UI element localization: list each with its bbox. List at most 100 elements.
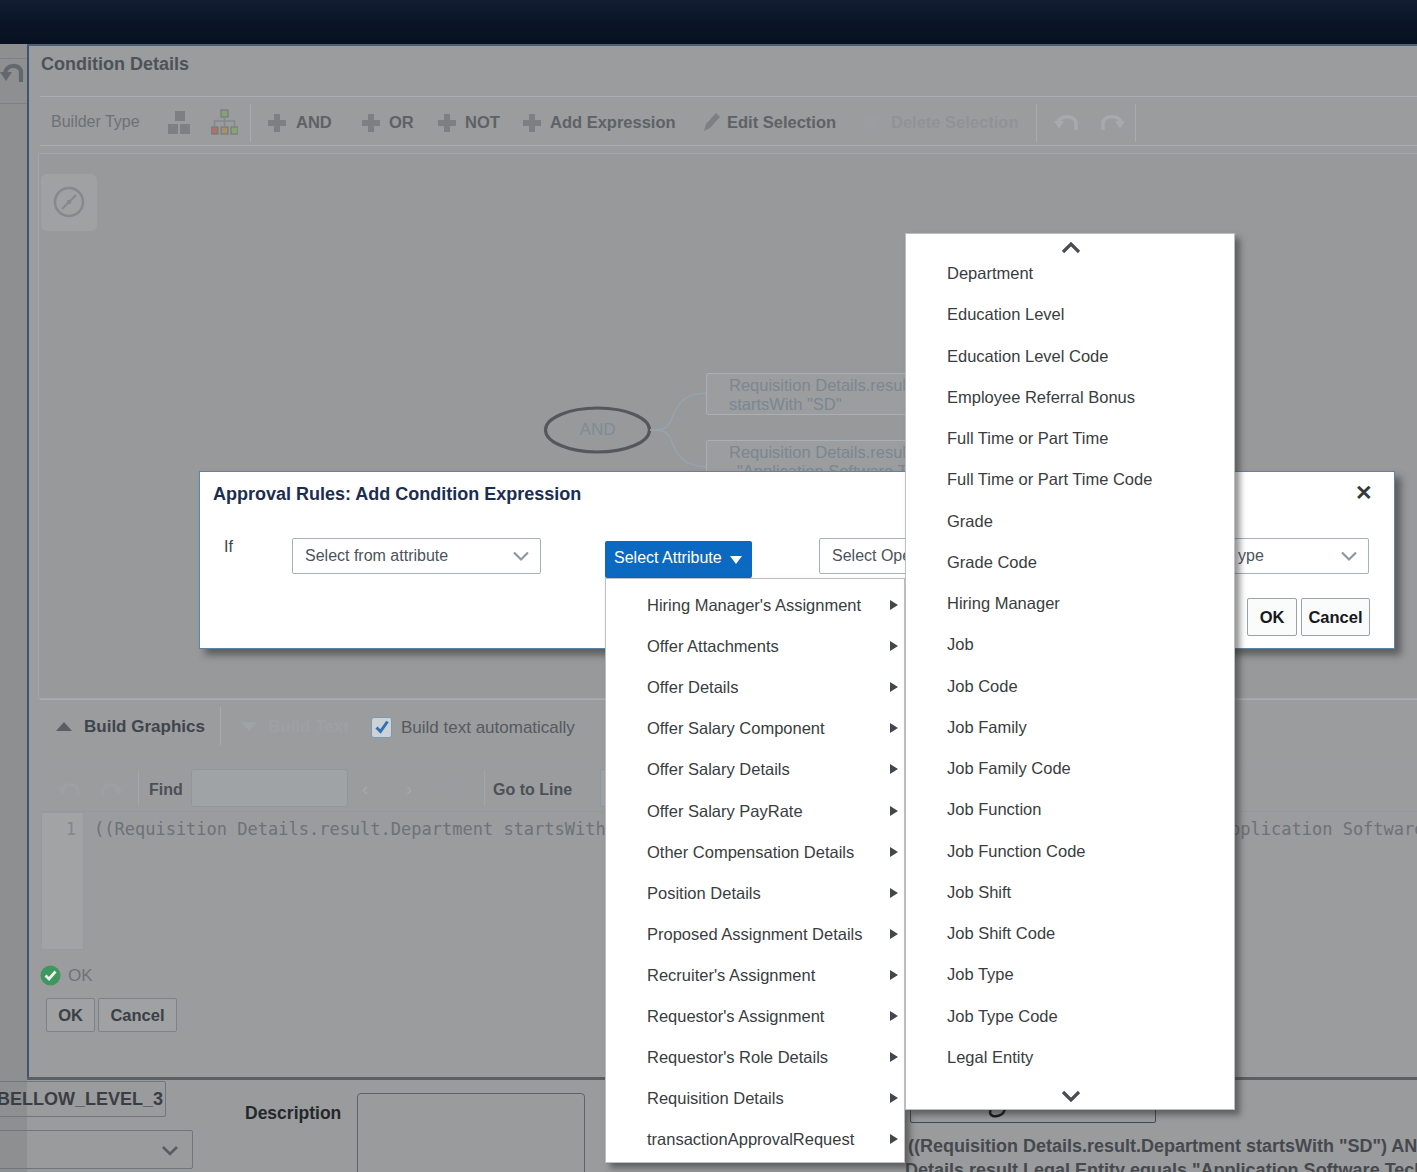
builder-type-list-icon[interactable] bbox=[168, 111, 194, 135]
menu-item[interactable]: Proposed Assignment Details bbox=[606, 914, 904, 955]
build-bar-separator bbox=[220, 707, 221, 745]
checkmark-icon bbox=[373, 718, 391, 736]
submenu-item[interactable]: Department bbox=[906, 253, 1234, 294]
modal-ok-button[interactable]: OK bbox=[1247, 598, 1297, 636]
submenu-arrow-icon bbox=[890, 847, 898, 857]
panel-title: Condition Details bbox=[41, 54, 189, 75]
submenu-arrow-icon bbox=[890, 929, 898, 939]
menu-item[interactable]: Offer Salary Component bbox=[606, 708, 904, 749]
build-text-button[interactable]: Build Text bbox=[268, 717, 349, 737]
submenu-arrow-icon bbox=[890, 1134, 898, 1144]
toolbar-separator-2 bbox=[1036, 104, 1037, 142]
level-select[interactable] bbox=[0, 1130, 193, 1169]
submenu-arrow-icon bbox=[890, 641, 898, 651]
line-number: 1 bbox=[42, 813, 83, 839]
submenu-item[interactable]: Legal Entity bbox=[906, 1037, 1234, 1078]
submenu-item[interactable]: Hiring Manager bbox=[906, 583, 1234, 624]
submenu-item[interactable]: Employee Referral Bonus bbox=[906, 377, 1234, 418]
expression-summary-line1: ((Requisition Details.result.Department … bbox=[908, 1136, 1417, 1157]
submenu-item[interactable]: Job Type Code bbox=[906, 996, 1234, 1037]
submenu-arrow-icon bbox=[890, 682, 898, 692]
find-label: Find bbox=[149, 781, 183, 799]
scroll-down-icon[interactable] bbox=[1061, 1090, 1081, 1102]
submenu-arrow-icon bbox=[890, 888, 898, 898]
search-icon[interactable] bbox=[444, 780, 466, 802]
submenu-item[interactable]: Grade Code bbox=[906, 542, 1234, 583]
submenu-item[interactable]: Job Function bbox=[906, 789, 1234, 830]
menu-item[interactable]: Offer Attachments bbox=[606, 626, 904, 667]
add-not-button[interactable]: NOT bbox=[465, 113, 500, 132]
menu-item[interactable]: Position Details bbox=[606, 873, 904, 914]
menu-item[interactable]: Offer Salary Details bbox=[606, 749, 904, 790]
add-and-button[interactable]: AND bbox=[296, 113, 332, 132]
toolbar-redo-icon[interactable] bbox=[1099, 112, 1125, 134]
menu-item[interactable]: Offer Salary PayRate bbox=[606, 790, 904, 831]
dropdown-caret-icon bbox=[730, 556, 742, 564]
editor-redo-icon[interactable] bbox=[99, 780, 123, 800]
attribute-source-select[interactable]: Select from attribute bbox=[292, 538, 541, 574]
editor-undo-icon[interactable] bbox=[58, 780, 82, 800]
builder-type-label: Builder Type bbox=[51, 113, 140, 131]
menu-item[interactable]: Requestor's Role Details bbox=[606, 1037, 904, 1078]
submenu-item[interactable]: Education Level bbox=[906, 294, 1234, 335]
submenu-item[interactable]: Education Level Code bbox=[906, 336, 1234, 377]
submenu-arrow-icon bbox=[890, 806, 898, 816]
submenu-arrow-icon bbox=[890, 970, 898, 980]
submenu-item[interactable]: Job Shift Code bbox=[906, 913, 1234, 954]
submenu-arrow-icon bbox=[890, 1093, 898, 1103]
menu-item[interactable]: transactionApprovalRequest bbox=[606, 1119, 904, 1160]
auto-build-checkbox[interactable] bbox=[371, 717, 392, 738]
attribute-submenu: Department Education Level Education Lev… bbox=[905, 233, 1235, 1110]
add-or-button[interactable]: OR bbox=[389, 113, 414, 132]
and-node[interactable]: AND bbox=[545, 420, 650, 440]
submenu-item[interactable]: Job Family Code bbox=[906, 748, 1234, 789]
edit-selection-button[interactable]: Edit Selection bbox=[727, 113, 836, 132]
level-tab-label: BELLOW_LEVEL_3 bbox=[0, 1089, 163, 1110]
submenu-item[interactable]: Full Time or Part Time bbox=[906, 418, 1234, 459]
build-graphics-button[interactable]: Build Graphics bbox=[84, 717, 205, 737]
submenu-item[interactable]: Grade bbox=[906, 501, 1234, 542]
menu-item[interactable]: Recruiter's Assignment bbox=[606, 955, 904, 996]
chevron-down-icon bbox=[1340, 551, 1358, 562]
delete-selection-button[interactable]: Delete Selection bbox=[891, 113, 1018, 132]
menu-item[interactable]: Requestor's Assignment bbox=[606, 996, 904, 1037]
find-previous-chevron[interactable]: ‹ bbox=[362, 778, 368, 800]
auto-build-label: Build text automatically bbox=[401, 718, 575, 738]
find-input[interactable] bbox=[191, 769, 348, 807]
find-bar-separator-1 bbox=[138, 770, 139, 806]
submenu-item[interactable]: Job Shift bbox=[906, 872, 1234, 913]
toolbar-undo-icon[interactable] bbox=[1054, 112, 1080, 134]
validation-success-icon bbox=[40, 965, 61, 986]
modal-cancel-button[interactable]: Cancel bbox=[1301, 598, 1370, 636]
modal-close-icon[interactable]: ✕ bbox=[1355, 481, 1373, 505]
menu-item[interactable]: Offer Details bbox=[606, 667, 904, 708]
goto-line-label: Go to Line bbox=[493, 781, 572, 799]
submenu-item[interactable]: Job Family bbox=[906, 707, 1234, 748]
submenu-item[interactable]: Job Type bbox=[906, 954, 1234, 995]
submenu-item[interactable]: Job Code bbox=[906, 666, 1234, 707]
submenu-arrow-icon bbox=[890, 600, 898, 610]
top-bar bbox=[0, 0, 1417, 44]
menu-item[interactable]: Other Compensation Details bbox=[606, 832, 904, 873]
editor-gutter: 1 bbox=[41, 812, 84, 950]
description-textarea[interactable] bbox=[357, 1093, 585, 1172]
add-expression-button[interactable]: Add Expression bbox=[550, 113, 676, 132]
submenu-item[interactable]: Job Function Code bbox=[906, 831, 1234, 872]
builder-type-tree-icon[interactable] bbox=[211, 109, 238, 136]
select-attribute-label: Select Attribute bbox=[614, 549, 722, 567]
menu-item[interactable]: Hiring Manager's Assignment bbox=[606, 585, 904, 626]
description-label: Description bbox=[245, 1103, 341, 1124]
background-left-strip bbox=[0, 44, 27, 1172]
toolbar-divider bbox=[40, 145, 1417, 146]
menu-item[interactable]: Requisition Details bbox=[606, 1078, 904, 1119]
panel-cancel-button[interactable]: Cancel bbox=[98, 998, 177, 1032]
submenu-item[interactable]: Full Time or Part Time Code bbox=[906, 459, 1234, 500]
add-and-plus-icon bbox=[267, 113, 287, 133]
header-divider bbox=[40, 96, 1417, 97]
panel-ok-button[interactable]: OK bbox=[46, 998, 95, 1032]
level-tab[interactable]: BELLOW_LEVEL_3 bbox=[0, 1081, 166, 1117]
submenu-item[interactable]: Job bbox=[906, 624, 1234, 665]
find-next-chevron[interactable]: › bbox=[406, 778, 412, 800]
select-attribute-button[interactable]: Select Attribute bbox=[605, 541, 752, 578]
attribute-source-value: Select from attribute bbox=[305, 547, 448, 565]
